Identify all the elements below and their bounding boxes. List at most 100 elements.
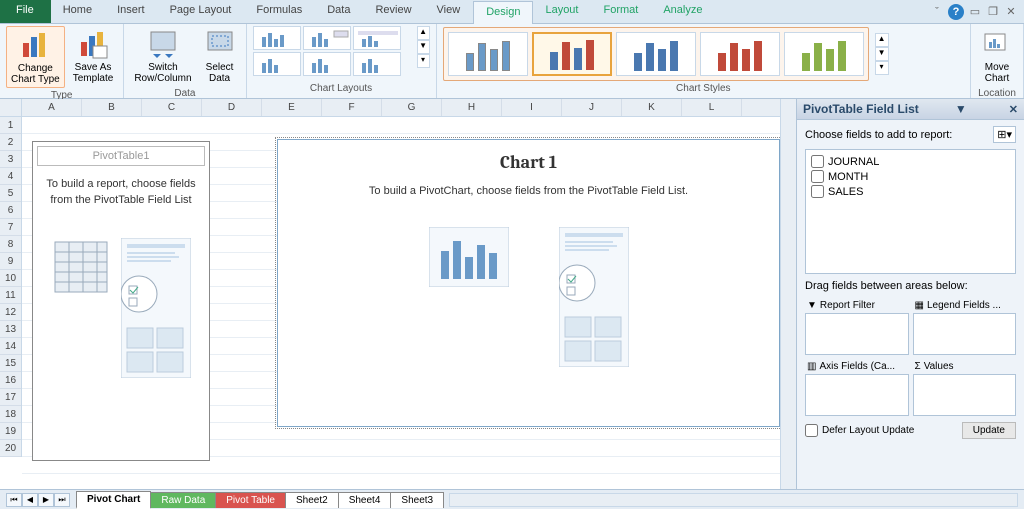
chart-style-5[interactable]: [784, 32, 864, 76]
select-data-button[interactable]: Select Data: [200, 26, 240, 86]
drop-zone-axis[interactable]: ▥Axis Fields (Ca...: [805, 359, 909, 416]
row-header[interactable]: 19: [0, 423, 21, 440]
row-header[interactable]: 8: [0, 236, 21, 253]
style-gallery-more[interactable]: ▲▼▾: [875, 33, 889, 75]
chart-style-3[interactable]: [616, 32, 696, 76]
grid[interactable]: PivotTable1 To build a report, choose fi…: [22, 117, 780, 487]
tab-design[interactable]: Design: [473, 1, 533, 24]
tab-data[interactable]: Data: [315, 0, 363, 23]
horizontal-scrollbar[interactable]: [449, 493, 1018, 507]
col-header[interactable]: F: [322, 99, 382, 116]
field-checkbox[interactable]: [811, 155, 824, 168]
field-pane-dropdown-icon[interactable]: ▼: [955, 102, 967, 116]
row-header[interactable]: 16: [0, 372, 21, 389]
row-header[interactable]: 3: [0, 151, 21, 168]
sheet-nav-first-icon[interactable]: ⏮: [6, 493, 22, 507]
col-header[interactable]: C: [142, 99, 202, 116]
row-header[interactable]: 15: [0, 355, 21, 372]
restore-icon[interactable]: ❐: [986, 5, 1000, 19]
chart-layout-6[interactable]: [353, 52, 401, 76]
field-checkbox[interactable]: [811, 170, 824, 183]
tab-formulas[interactable]: Formulas: [244, 0, 315, 23]
chart-layout-4[interactable]: [253, 52, 301, 76]
sheet-tab-pivot-chart[interactable]: Pivot Chart: [76, 491, 151, 509]
sheet-tab-pivot-table[interactable]: Pivot Table: [215, 492, 286, 508]
defer-checkbox[interactable]: [805, 424, 818, 437]
row-header[interactable]: 2: [0, 134, 21, 151]
chart-style-4[interactable]: [700, 32, 780, 76]
tab-layout[interactable]: Layout: [533, 0, 591, 23]
sheet-nav-next-icon[interactable]: ▶: [38, 493, 54, 507]
close-icon[interactable]: ✕: [1004, 5, 1018, 19]
col-header[interactable]: E: [262, 99, 322, 116]
col-header[interactable]: A: [22, 99, 82, 116]
move-chart-button[interactable]: Move Chart: [977, 26, 1017, 86]
row-header[interactable]: 10: [0, 270, 21, 287]
pivot-field-list-pane: PivotTable Field List ▼ ✕ Choose fields …: [796, 99, 1024, 489]
vertical-scrollbar[interactable]: [780, 99, 796, 489]
save-as-template-button[interactable]: Save As Template: [69, 26, 118, 86]
tab-insert[interactable]: Insert: [105, 0, 158, 23]
col-header[interactable]: J: [562, 99, 622, 116]
chart-object[interactable]: Chart 1 To build a PivotChart, choose fi…: [277, 139, 780, 427]
col-header[interactable]: G: [382, 99, 442, 116]
chart-title: Chart 1: [278, 152, 779, 173]
help-icon[interactable]: ?: [948, 4, 964, 20]
tab-analyze[interactable]: Analyze: [651, 0, 715, 23]
sheet-nav-last-icon[interactable]: ⏭: [54, 493, 70, 507]
row-header[interactable]: 4: [0, 168, 21, 185]
row-header[interactable]: 14: [0, 338, 21, 355]
row-header[interactable]: 20: [0, 440, 21, 457]
sheet-tab-raw-data[interactable]: Raw Data: [150, 492, 216, 508]
row-header[interactable]: 5: [0, 185, 21, 202]
change-chart-type-button[interactable]: Change Chart Type: [6, 26, 65, 88]
col-header[interactable]: D: [202, 99, 262, 116]
row-header[interactable]: 12: [0, 304, 21, 321]
tab-review[interactable]: Review: [363, 0, 424, 23]
row-header[interactable]: 9: [0, 253, 21, 270]
tab-view[interactable]: View: [425, 0, 474, 23]
chart-layout-2[interactable]: [303, 26, 351, 50]
col-header[interactable]: H: [442, 99, 502, 116]
sheet-nav-prev-icon[interactable]: ◀: [22, 493, 38, 507]
layout-gallery-more[interactable]: ▲▼▾: [417, 26, 430, 68]
field-item-journal[interactable]: JOURNAL: [810, 154, 1011, 169]
col-header[interactable]: L: [682, 99, 742, 116]
field-layout-options-icon[interactable]: ⊞▾: [993, 126, 1016, 143]
caret-icon[interactable]: ˇ: [930, 5, 944, 19]
sheet-tab-sheet2[interactable]: Sheet2: [285, 492, 339, 508]
chart-layout-3[interactable]: [353, 26, 401, 50]
field-item-month[interactable]: MONTH: [810, 169, 1011, 184]
col-header[interactable]: B: [82, 99, 142, 116]
update-button[interactable]: Update: [962, 422, 1016, 439]
tab-file[interactable]: File: [0, 0, 51, 23]
tab-format[interactable]: Format: [591, 0, 651, 23]
chart-style-1[interactable]: [448, 32, 528, 76]
chart-layout-1[interactable]: [253, 26, 301, 50]
tab-home[interactable]: Home: [51, 0, 105, 23]
chart-style-2[interactable]: [532, 32, 612, 76]
row-header[interactable]: 11: [0, 287, 21, 304]
drop-zone-values[interactable]: ΣValues: [913, 359, 1017, 416]
field-checkbox[interactable]: [811, 185, 824, 198]
sheet-tab-sheet4[interactable]: Sheet4: [338, 492, 392, 508]
chart-layout-5[interactable]: [303, 52, 351, 76]
select-all-corner[interactable]: [0, 99, 22, 117]
row-header[interactable]: 18: [0, 406, 21, 423]
row-header[interactable]: 7: [0, 219, 21, 236]
tab-page-layout[interactable]: Page Layout: [158, 0, 245, 23]
switch-row-column-button[interactable]: Switch Row/Column: [130, 26, 195, 86]
row-header[interactable]: 13: [0, 321, 21, 338]
col-header[interactable]: K: [622, 99, 682, 116]
row-header[interactable]: 1: [0, 117, 21, 134]
minimize-icon[interactable]: ▭: [968, 5, 982, 19]
field-item-sales[interactable]: SALES: [810, 184, 1011, 199]
ribbon-group-chart-styles: ▲▼▾ Chart Styles: [437, 24, 971, 98]
row-header[interactable]: 6: [0, 202, 21, 219]
drop-zone-filter[interactable]: ▼Report Filter: [805, 298, 909, 355]
col-header[interactable]: I: [502, 99, 562, 116]
row-header[interactable]: 17: [0, 389, 21, 406]
sheet-tab-sheet3[interactable]: Sheet3: [390, 492, 444, 508]
drop-zone-legend[interactable]: ▦Legend Fields ...: [913, 298, 1017, 355]
field-pane-close-icon[interactable]: ✕: [1009, 103, 1018, 116]
